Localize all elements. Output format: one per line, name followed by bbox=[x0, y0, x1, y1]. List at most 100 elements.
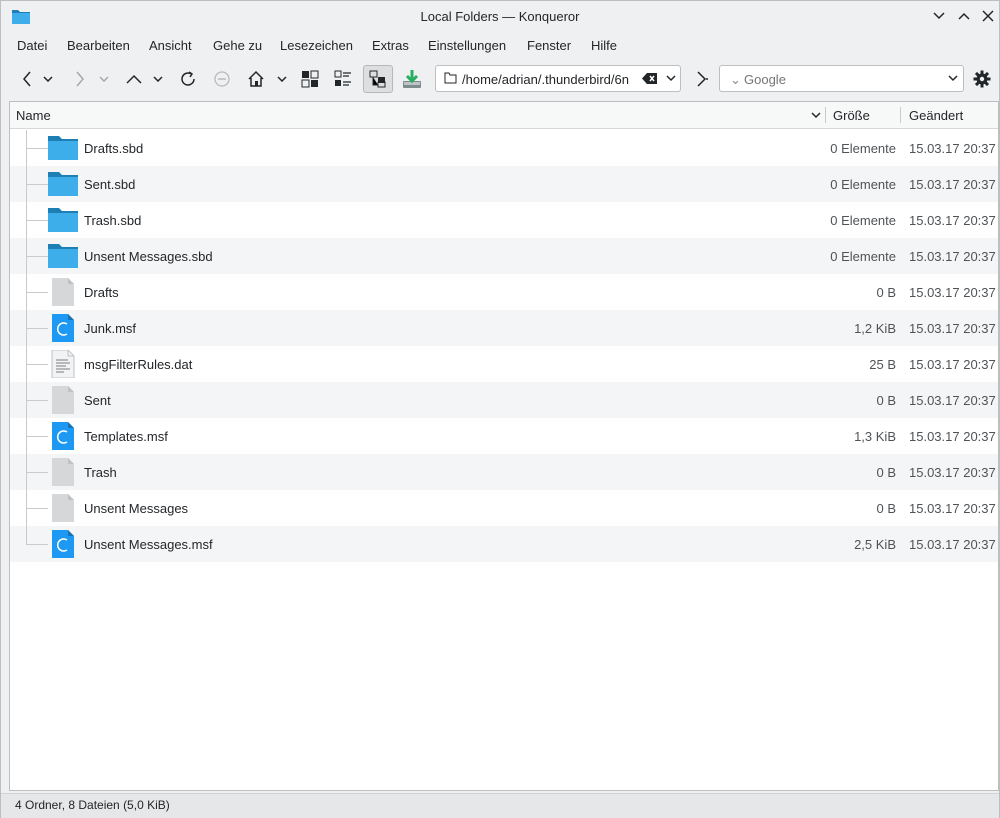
chevron-down-icon bbox=[43, 76, 53, 82]
file-modified-date: 15.03.17 20:37 bbox=[909, 357, 996, 372]
file-name[interactable]: Junk.msf bbox=[84, 321, 136, 336]
file-name[interactable]: Drafts.sbd bbox=[84, 141, 143, 156]
tree-line bbox=[26, 526, 27, 544]
icon-view-button[interactable] bbox=[297, 65, 323, 93]
file-modified-date: 15.03.17 20:37 bbox=[909, 393, 996, 408]
file-size: 25 B bbox=[869, 357, 896, 372]
title-bar[interactable]: Local Folders — Konqueror bbox=[1, 1, 999, 31]
menu-extras[interactable]: Extras bbox=[372, 38, 409, 53]
location-input[interactable] bbox=[462, 72, 638, 87]
file-modified-date: 15.03.17 20:37 bbox=[909, 429, 996, 444]
tree-line bbox=[26, 256, 48, 257]
file-name[interactable]: Sent bbox=[84, 393, 111, 408]
web-search-box[interactable]: ⌄ bbox=[719, 65, 964, 92]
table-row[interactable]: Drafts 0 B 15.03.17 20:37 bbox=[10, 274, 998, 310]
file-size: 0 Elemente bbox=[830, 177, 896, 192]
file-name[interactable]: Trash bbox=[84, 465, 117, 480]
file-name[interactable]: Templates.msf bbox=[84, 429, 168, 444]
table-row[interactable]: Unsent Messages.sbd 0 Elemente 15.03.17 20… bbox=[10, 238, 998, 274]
search-provider-chevron-icon[interactable]: ⌄ bbox=[730, 72, 741, 88]
header-size[interactable]: Größe bbox=[833, 108, 870, 123]
file-name[interactable]: Sent.sbd bbox=[84, 177, 135, 192]
location-bar[interactable] bbox=[435, 65, 681, 92]
file-name[interactable]: Drafts bbox=[84, 285, 119, 300]
table-row[interactable]: Unsent Messages.msf 2,5 KiB 15.03.17 20:37 bbox=[10, 526, 998, 562]
sort-chevron-down-icon[interactable] bbox=[811, 112, 821, 119]
table-row[interactable]: Drafts.sbd 0 Elemente 15.03.17 20:37 bbox=[10, 130, 998, 166]
menu-lesezeichen[interactable]: Lesezeichen bbox=[280, 38, 353, 53]
clear-text-icon[interactable] bbox=[642, 72, 658, 85]
table-row[interactable]: Trash.sbd 0 Elemente 15.03.17 20:37 bbox=[10, 202, 998, 238]
file-size: 0 B bbox=[876, 393, 896, 408]
file-size: 0 B bbox=[876, 501, 896, 516]
msf-file-icon bbox=[48, 314, 78, 342]
file-name[interactable]: Unsent Messages.msf bbox=[84, 537, 213, 552]
go-button[interactable] bbox=[689, 65, 715, 93]
chevron-down-icon[interactable] bbox=[948, 75, 958, 82]
table-row[interactable]: Sent.sbd 0 Elemente 15.03.17 20:37 bbox=[10, 166, 998, 202]
column-separator[interactable] bbox=[900, 107, 901, 123]
status-bar: 4 Ordner, 8 Dateien (5,0 KiB) bbox=[1, 793, 999, 818]
tree-view-button[interactable] bbox=[363, 65, 393, 93]
table-row[interactable]: Junk.msf 1,2 KiB 15.03.17 20:37 bbox=[10, 310, 998, 346]
table-row[interactable]: Trash 0 B 15.03.17 20:37 bbox=[10, 454, 998, 490]
file-list[interactable]: Name Größe Geändert Drafts.sbd 0 Elemente… bbox=[9, 101, 999, 791]
forward-button[interactable] bbox=[67, 65, 93, 93]
file-name[interactable]: Unsent Messages bbox=[84, 501, 188, 516]
arrow-left-icon bbox=[23, 71, 31, 87]
chevron-down-icon[interactable] bbox=[666, 75, 676, 82]
file-name[interactable]: Trash.sbd bbox=[84, 213, 141, 228]
reload-button[interactable] bbox=[175, 65, 201, 93]
home-icon bbox=[248, 70, 264, 87]
up-history-button[interactable] bbox=[149, 65, 167, 93]
close-icon bbox=[982, 10, 994, 22]
home-button[interactable] bbox=[243, 65, 269, 93]
search-input[interactable] bbox=[744, 72, 944, 87]
back-button[interactable] bbox=[14, 65, 40, 93]
chevron-down-icon bbox=[277, 76, 287, 82]
file-size: 0 Elemente bbox=[830, 249, 896, 264]
menu-fenster[interactable]: Fenster bbox=[527, 38, 571, 53]
menu-bearbeiten[interactable]: Bearbeiten bbox=[67, 38, 130, 53]
file-modified-date: 15.03.17 20:37 bbox=[909, 321, 996, 336]
menu-einstellungen[interactable]: Einstellungen bbox=[428, 38, 506, 53]
table-row[interactable]: Templates.msf 1,3 KiB 15.03.17 20:37 bbox=[10, 418, 998, 454]
menu-hilfe[interactable]: Hilfe bbox=[591, 38, 617, 53]
file-size: 0 Elemente bbox=[830, 213, 896, 228]
file-modified-date: 15.03.17 20:37 bbox=[909, 285, 996, 300]
file-modified-date: 15.03.17 20:37 bbox=[909, 501, 996, 516]
tree-line bbox=[26, 508, 48, 509]
back-history-button[interactable] bbox=[39, 65, 57, 93]
tree-line bbox=[26, 292, 48, 293]
file-size: 0 Elemente bbox=[830, 141, 896, 156]
settings-button[interactable] bbox=[969, 65, 995, 93]
compact-view-button[interactable] bbox=[330, 65, 356, 93]
menu-ansicht[interactable]: Ansicht bbox=[149, 38, 192, 53]
forward-history-button[interactable] bbox=[95, 65, 113, 93]
chevron-down-icon bbox=[99, 76, 109, 82]
tree-view-icon bbox=[369, 70, 386, 88]
table-row[interactable]: Sent 0 B 15.03.17 20:37 bbox=[10, 382, 998, 418]
maximize-button[interactable] bbox=[956, 8, 972, 24]
arrow-up-icon bbox=[126, 74, 142, 84]
menu-datei[interactable]: Datei bbox=[17, 38, 47, 53]
menu-gehe-zu[interactable]: Gehe zu bbox=[213, 38, 262, 53]
file-name[interactable]: Unsent Messages.sbd bbox=[84, 249, 213, 264]
home-menu-button[interactable] bbox=[273, 65, 291, 93]
table-row[interactable]: msgFilterRules.dat 25 B 15.03.17 20:37 bbox=[10, 346, 998, 382]
blank-file-icon bbox=[48, 278, 78, 306]
tree-line bbox=[26, 148, 48, 149]
column-separator[interactable] bbox=[825, 107, 826, 123]
table-row[interactable]: Unsent Messages 0 B 15.03.17 20:37 bbox=[10, 490, 998, 526]
file-name[interactable]: msgFilterRules.dat bbox=[84, 357, 192, 372]
blank-file-icon bbox=[48, 494, 78, 522]
download-button[interactable] bbox=[399, 65, 425, 93]
gear-icon bbox=[973, 70, 991, 88]
up-button[interactable] bbox=[121, 65, 147, 93]
arrow-right-icon bbox=[76, 71, 84, 87]
minimize-button[interactable] bbox=[931, 8, 947, 24]
close-button[interactable] bbox=[980, 8, 996, 24]
header-name[interactable]: Name bbox=[16, 108, 51, 123]
stop-button[interactable] bbox=[209, 65, 235, 93]
header-modified[interactable]: Geändert bbox=[909, 108, 963, 123]
